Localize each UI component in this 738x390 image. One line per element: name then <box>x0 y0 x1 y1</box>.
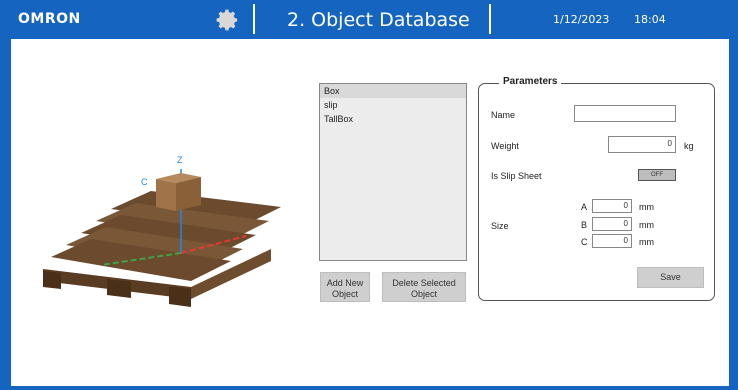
name-label: Name <box>491 110 516 120</box>
pallet-block <box>107 279 131 298</box>
delete-button-label-line2: Object <box>410 289 437 299</box>
axis-z-label: Z <box>177 155 183 165</box>
pallet-3d-view[interactable]: Z C <box>41 149 301 319</box>
time-display: 18:04 <box>634 13 666 26</box>
dim-a-unit: mm <box>639 202 654 212</box>
dim-b-field[interactable]: 0 <box>592 217 632 231</box>
size-label: Size <box>491 221 509 231</box>
slip-sheet-label: Is Slip Sheet <box>491 171 542 181</box>
dim-c-unit: mm <box>639 237 654 247</box>
object-list[interactable]: Box slip TallBox <box>319 83 467 261</box>
header-bar: OMRON 2. Object Database 1/12/2023 18:04 <box>0 0 738 38</box>
dim-b-label: B <box>581 220 588 230</box>
add-button-label-line1: Add New <box>326 278 364 288</box>
list-item[interactable]: slip <box>320 98 466 112</box>
weight-unit: kg <box>684 141 694 151</box>
dim-c-field[interactable]: 0 <box>592 234 632 248</box>
dim-a-label: A <box>581 202 588 212</box>
pallet-block <box>43 271 61 289</box>
dim-a-field[interactable]: 0 <box>592 199 632 213</box>
date-display: 1/12/2023 <box>553 13 610 26</box>
delete-selected-object-button[interactable]: Delete Selected Object <box>382 272 466 302</box>
list-item[interactable]: TallBox <box>320 112 466 126</box>
add-button-label-line2: Object <box>331 289 358 299</box>
dim-c-label: C <box>581 237 588 247</box>
page-title: 2. Object Database <box>287 9 470 31</box>
slip-sheet-toggle[interactable]: OFF <box>638 169 676 181</box>
axis-c-label: C <box>141 177 148 187</box>
box-side <box>176 177 201 211</box>
pallet-block <box>169 286 191 307</box>
gear-icon[interactable] <box>214 7 240 33</box>
parameters-legend: Parameters <box>499 76 562 87</box>
list-item[interactable]: Box <box>320 84 466 98</box>
delete-button-label-line1: Delete Selected <box>392 278 456 288</box>
omron-logo: OMRON <box>18 11 81 27</box>
header-divider <box>489 4 491 34</box>
dim-b-unit: mm <box>639 220 654 230</box>
weight-field[interactable]: 0 <box>608 136 676 153</box>
app-window: OMRON 2. Object Database 1/12/2023 18:04 <box>0 0 738 390</box>
name-field[interactable] <box>574 105 676 122</box>
weight-label: Weight <box>491 141 519 151</box>
main-content: Z C Box slip TallBox Add New Object Dele… <box>11 39 729 386</box>
header-divider <box>253 4 255 34</box>
parameters-panel: Parameters Name Weight 0 kg Is Slip Shee… <box>478 76 715 301</box>
box-front <box>156 179 176 211</box>
save-button[interactable]: Save <box>637 267 704 288</box>
add-new-object-button[interactable]: Add New Object <box>320 272 370 302</box>
